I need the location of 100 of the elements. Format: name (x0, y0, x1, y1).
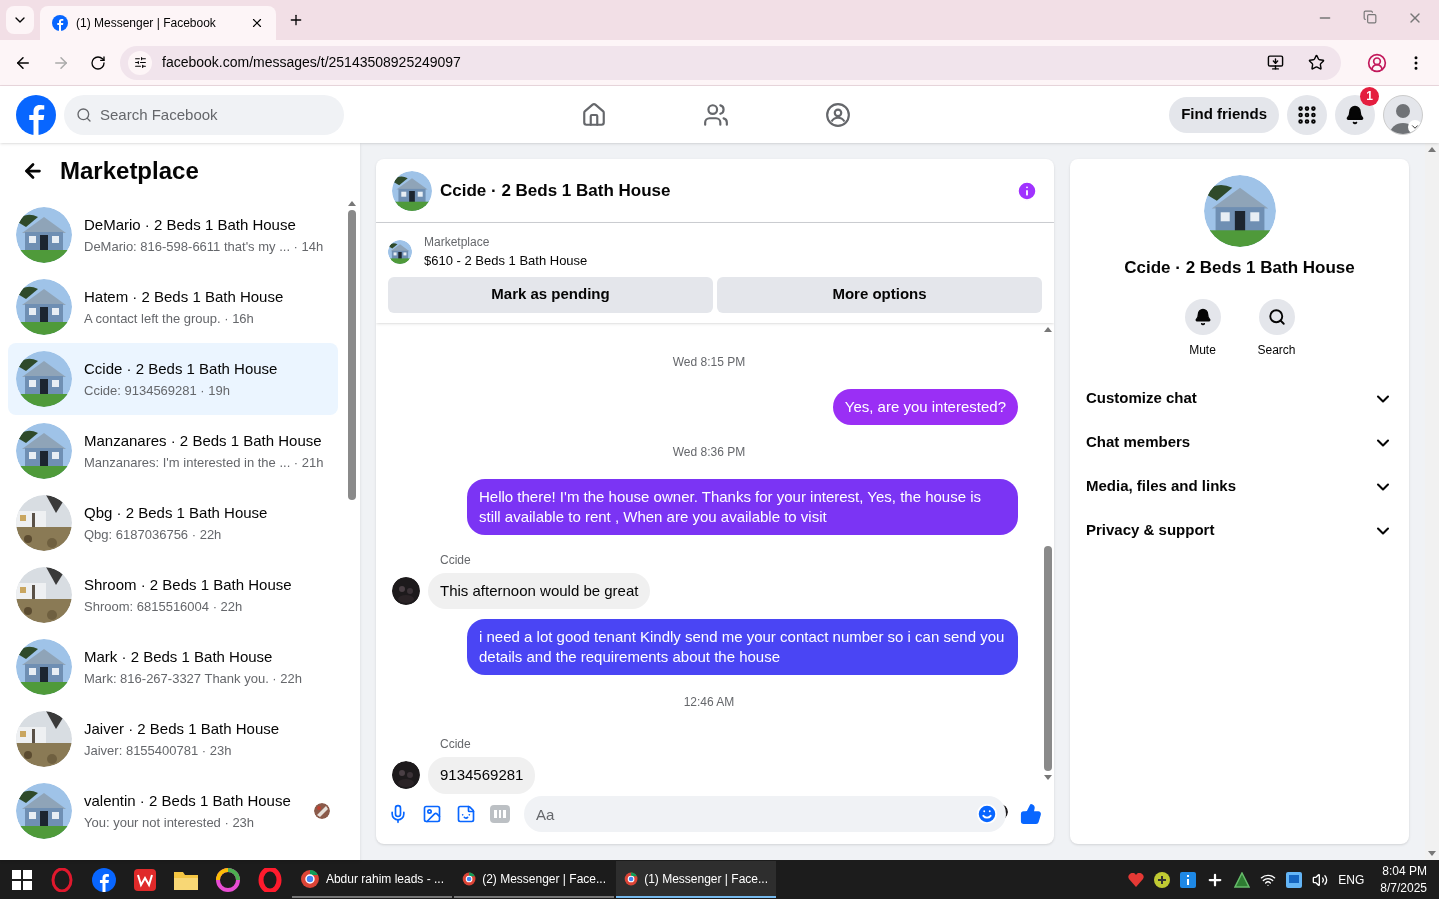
conversation-title: DeMario · 2 Beds 1 Bath House (84, 215, 297, 235)
bell-icon (1345, 104, 1365, 125)
window-title: Abdur rahim leads - ... (325, 870, 444, 888)
listing-title[interactable]: $610 - 2 Beds 1 Bath House (424, 251, 588, 271)
close-icon[interactable] (250, 16, 264, 30)
details-section[interactable]: Media, files and links (1086, 464, 1393, 509)
message-timestamp: 12:46 AM (683, 694, 735, 711)
screen-icon[interactable] (1286, 871, 1303, 888)
scroll-down-arrow-icon[interactable] (1428, 851, 1436, 856)
received-message: 9134569281 (428, 757, 536, 794)
conversation-item[interactable]: Shroom · 2 Beds 1 Bath House Shroom: 6815516004 · 22h (8, 559, 338, 631)
details-section[interactable]: Customize chat (1086, 376, 1393, 421)
conversation-item[interactable]: Mark · 2 Beds 1 Bath House Mark: 816-267-3327 Thank you. · 22h (8, 631, 338, 703)
scroll-up-arrow-icon[interactable] (1044, 326, 1052, 332)
conversation-title: Jaiver · 2 Beds 1 Bath House (84, 719, 281, 739)
scroll-up-arrow-icon[interactable] (1428, 147, 1436, 152)
scrollbar-thumb[interactable] (1044, 546, 1052, 771)
message-timestamp: Wed 8:15 PM (672, 353, 746, 371)
site-settings-icon[interactable] (133, 56, 147, 69)
page-scrollbar[interactable] (1425, 143, 1439, 860)
listing-action-button[interactable]: More options (717, 276, 1042, 313)
conversation-item[interactable]: DeMario · 2 Beds 1 Bath House DeMario: 816-598-6611 that's my ... · 14h (8, 199, 338, 271)
scroll-up-arrow-icon[interactable] (348, 201, 356, 206)
conversation-item[interactable]: Qbg · 2 Beds 1 Bath House Qbg: 6187036756 · 22h (8, 487, 338, 559)
heart-icon[interactable] (1128, 872, 1145, 887)
taskbar-window[interactable]: Abdur rahim leads - ... (292, 861, 452, 898)
details-section[interactable]: Privacy & support (1086, 508, 1393, 553)
friends-icon[interactable] (703, 101, 729, 128)
profile-icon[interactable] (1367, 52, 1387, 73)
bookmark-star-icon[interactable] (1308, 54, 1325, 71)
details-section[interactable]: Chat members (1086, 420, 1393, 465)
triangle-icon[interactable] (1234, 871, 1251, 888)
address-field[interactable]: facebook.com/messages/t/25143508925249097 (120, 45, 1341, 80)
message-timestamp: Wed 8:36 PM (672, 443, 746, 461)
conversation-title: Mark · 2 Beds 1 Bath House (84, 647, 274, 667)
conversation-title: valentin · 2 Beds 1 Bath House (84, 791, 292, 811)
facebook-logo-icon[interactable] (92, 867, 116, 892)
grid-icon (1296, 103, 1318, 126)
conversation-item[interactable]: valentin · 2 Beds 1 Bath House You: your not interested · 23h (8, 775, 338, 847)
install-icon[interactable] (1267, 54, 1284, 71)
groups-icon[interactable] (825, 101, 851, 128)
scrollbar-thumb[interactable] (348, 210, 356, 500)
chat-title[interactable]: Ccide · 2 Beds 1 Bath House (440, 177, 1008, 204)
clock[interactable]: 8:04 PM 8/7/2025 (1380, 862, 1427, 897)
listing-action-button[interactable]: Mark as pending (388, 276, 713, 313)
like-icon[interactable] (1020, 803, 1042, 825)
tab-list-button[interactable] (6, 6, 34, 34)
sender-name: Ccide (440, 736, 472, 753)
folder-icon[interactable] (174, 869, 198, 890)
conversation-preview: Manzanares: I'm interested in the ... · 21h (84, 453, 325, 472)
reload-icon[interactable] (90, 54, 106, 71)
sent-message: Hello there! I'm the house owner. Thanks for your interest, Yes, the house is still available to rent , When are you available to visit (467, 478, 1018, 535)
notification-count: 1 (1360, 86, 1379, 106)
conversation-item[interactable]: Hatem · 2 Beds 1 Bath House A contact left the group. · 16h (8, 271, 338, 343)
search-icon (76, 106, 92, 123)
conversation-item[interactable]: Ccide · 2 Beds 1 Bath House Ccide: 9134569281 · 19h (8, 343, 338, 415)
back-icon[interactable] (22, 160, 44, 182)
sent-message: Yes, are you interested? (832, 388, 1018, 425)
language-indicator[interactable]: ENG (1338, 870, 1365, 889)
taskbar-window[interactable]: (1) Messenger | Face... (616, 861, 776, 898)
ring-app-icon[interactable] (258, 867, 282, 892)
conversation-preview: Ccide: 9134569281 · 19h (84, 381, 231, 400)
find-friends-button[interactable]: Find friends (1169, 96, 1279, 133)
received-message: This afternoon would be great (428, 572, 651, 609)
window-title: (2) Messenger | Face... (482, 870, 606, 888)
restore-icon[interactable] (1363, 10, 1377, 24)
menu-button[interactable] (1287, 94, 1327, 135)
conversation-item[interactable]: Jaiver · 2 Beds 1 Bath House Jaiver: 8155400781 · 23h (8, 703, 338, 775)
photo-icon[interactable] (422, 804, 442, 824)
microphone-icon[interactable] (388, 804, 408, 824)
conversation-title: Shroom · 2 Beds 1 Bath House (84, 575, 293, 595)
emoji-icon[interactable] (976, 803, 998, 825)
listing-label: Marketplace (424, 234, 491, 251)
details-title: Ccide · 2 Beds 1 Bath House (1124, 257, 1355, 279)
office-app-icon[interactable] (134, 868, 156, 891)
windows-start-icon[interactable] (12, 869, 32, 890)
color-wheel-icon[interactable] (216, 867, 240, 892)
message-field[interactable]: Aa (524, 796, 1006, 832)
conversation-preview: A contact left the group. · 16h (84, 309, 255, 328)
conversation-title: Qbg · 2 Beds 1 Bath House (84, 503, 269, 523)
info-icon[interactable] (1180, 871, 1197, 888)
conversation-title: Hatem · 2 Beds 1 Bath House (84, 287, 285, 307)
new-tab-icon[interactable] (288, 12, 304, 28)
details-action-button[interactable]: Search (1254, 298, 1299, 359)
scroll-down-arrow-icon[interactable] (1044, 775, 1052, 780)
conversation-item[interactable]: Manzanares · 2 Beds 1 Bath House Manzanares: I'm interested in the ... · 21h (8, 415, 338, 487)
plus-circle-icon[interactable] (1154, 871, 1171, 888)
browser-tab[interactable]: (1) Messenger | Facebook (40, 6, 276, 40)
conversation-preview: You: your not interested · 23h (84, 813, 256, 832)
search-field[interactable]: Search Facebook (64, 94, 344, 135)
details-action-button[interactable]: Mute (1180, 298, 1225, 359)
home-icon[interactable] (581, 101, 607, 128)
volume-icon[interactable] (1312, 871, 1329, 888)
ring-app-icon[interactable] (50, 867, 74, 892)
sender-name: Ccide (440, 551, 472, 569)
account-avatar[interactable] (1383, 94, 1423, 135)
sticker-icon[interactable] (456, 804, 476, 824)
conversation-preview: DeMario: 816-598-6611 that's my ... · 14h (84, 237, 325, 256)
window-title: (1) Messenger | Face... (644, 870, 768, 888)
taskbar-window[interactable]: (2) Messenger | Face... (454, 861, 614, 898)
